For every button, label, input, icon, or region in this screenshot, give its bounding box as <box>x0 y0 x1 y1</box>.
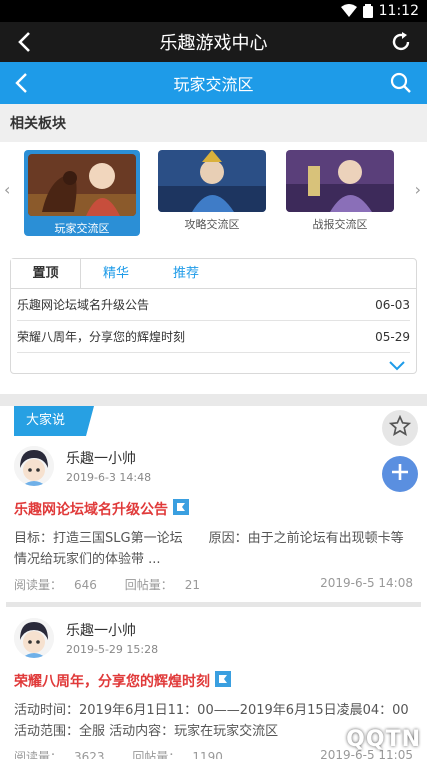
read-count: 3623 <box>74 750 105 759</box>
battery-icon <box>362 4 373 18</box>
board-strategy-exchange[interactable]: 攻略交流区 <box>154 150 270 236</box>
post-author[interactable]: 乐趣一小帅 <box>66 448 151 468</box>
section-title: 相关板块 <box>10 116 66 132</box>
pinned-date: 05-29 <box>375 329 410 344</box>
reply-count: 1190 <box>192 750 223 759</box>
post-date: 2019-6-3 14:48 <box>66 471 152 484</box>
board-image <box>28 154 136 216</box>
post-author-row: 乐趣一小帅 2019-6-3 14:48 <box>14 446 413 486</box>
expand-toggle[interactable] <box>11 353 416 376</box>
post-author-row: 乐趣一小帅 2019-5-29 15:28 <box>14 618 413 658</box>
board-image <box>158 150 266 212</box>
wifi-icon <box>340 4 357 18</box>
status-time: 11:12 <box>378 3 419 19</box>
board-label: 玩家交流区 <box>54 222 110 235</box>
post-excerpt: 目标：打造三国SLG第一论坛 原因：由于之前论坛有出现顿卡等情况给玩家们的体验带… <box>14 531 404 567</box>
pinned-title: 荣耀八周年，分享您的辉煌时刻 <box>17 330 186 344</box>
status-bar: 11:12 <box>0 0 427 22</box>
forum-title: 玩家交流区 <box>173 75 254 94</box>
feed-badge: 大家说 <box>14 406 94 436</box>
avatar[interactable] <box>14 446 54 486</box>
watermark-text: QQTN <box>346 726 421 752</box>
board-label: 战报交流区 <box>312 218 368 231</box>
post-meta: 阅读量： 646 回帖量： 21 2019-6-5 14:08 <box>14 576 413 593</box>
last-reply-time: 2019-6-5 14:08 <box>320 576 413 590</box>
read-label: 阅读量： <box>14 750 63 759</box>
post-card[interactable]: 乐趣一小帅 2019-6-3 14:48 乐趣网论坛域名升级公告 目标：打造三国… <box>0 446 427 593</box>
favorite-button[interactable] <box>382 410 418 446</box>
watermark: QQTN <box>261 722 421 756</box>
post-title: 乐趣网论坛域名升级公告 <box>14 502 168 518</box>
tab-bar: 置顶 精华 推荐 <box>11 259 416 289</box>
reply-label: 回帖量： <box>124 578 173 592</box>
avatar[interactable] <box>14 618 54 658</box>
board-player-exchange[interactable]: 玩家交流区 <box>24 150 140 236</box>
refresh-icon[interactable] <box>389 30 413 58</box>
board-image <box>286 150 394 212</box>
app-bar: 乐趣游戏中心 <box>0 22 427 62</box>
board-battle-report[interactable]: 战报交流区 <box>282 150 398 236</box>
pinned-title: 乐趣网论坛域名升级公告 <box>17 298 150 312</box>
tab-featured[interactable]: 精华 <box>81 259 151 288</box>
chevron-left-icon[interactable]: ‹ <box>4 180 10 199</box>
star-icon <box>388 414 412 441</box>
read-count: 646 <box>74 578 97 592</box>
back-icon[interactable] <box>14 30 36 58</box>
pinned-posts-card: 置顶 精华 推荐 乐趣网论坛域名升级公告 06-03 荣耀八周年，分享您的辉煌时… <box>10 258 417 374</box>
search-icon[interactable] <box>389 71 413 99</box>
app-title: 乐趣游戏中心 <box>159 33 268 54</box>
pinned-item[interactable]: 荣耀八周年，分享您的辉煌时刻 05-29 <box>17 321 410 353</box>
flag-icon <box>214 670 232 692</box>
reply-label: 回帖量： <box>132 750 181 759</box>
board-carousel: ‹ 玩家交流区 攻略交流区 战报交流区 › <box>0 142 427 246</box>
board-label: 攻略交流区 <box>184 218 240 231</box>
post-author[interactable]: 乐趣一小帅 <box>66 620 158 640</box>
reply-count: 21 <box>184 578 201 592</box>
post-separator <box>6 602 421 607</box>
pinned-item[interactable]: 乐趣网论坛域名升级公告 06-03 <box>17 289 410 321</box>
pinned-date: 06-03 <box>375 297 410 312</box>
tab-recommended[interactable]: 推荐 <box>151 259 221 288</box>
flag-icon <box>172 498 190 520</box>
forum-header: 玩家交流区 <box>0 62 427 104</box>
post-title-row[interactable]: 乐趣网论坛域名升级公告 <box>14 498 413 520</box>
post-title-row[interactable]: 荣耀八周年，分享您的辉煌时刻 <box>14 670 413 692</box>
tab-pinned[interactable]: 置顶 <box>11 259 81 288</box>
post-title: 荣耀八周年，分享您的辉煌时刻 <box>14 674 210 690</box>
chevron-right-icon[interactable]: › <box>415 180 421 199</box>
related-boards-heading: 相关板块 <box>0 104 427 142</box>
section-divider <box>0 394 427 406</box>
back-icon[interactable] <box>12 71 32 99</box>
read-label: 阅读量： <box>14 578 63 592</box>
chevron-down-icon <box>388 357 406 376</box>
post-date: 2019-5-29 15:28 <box>66 643 159 656</box>
